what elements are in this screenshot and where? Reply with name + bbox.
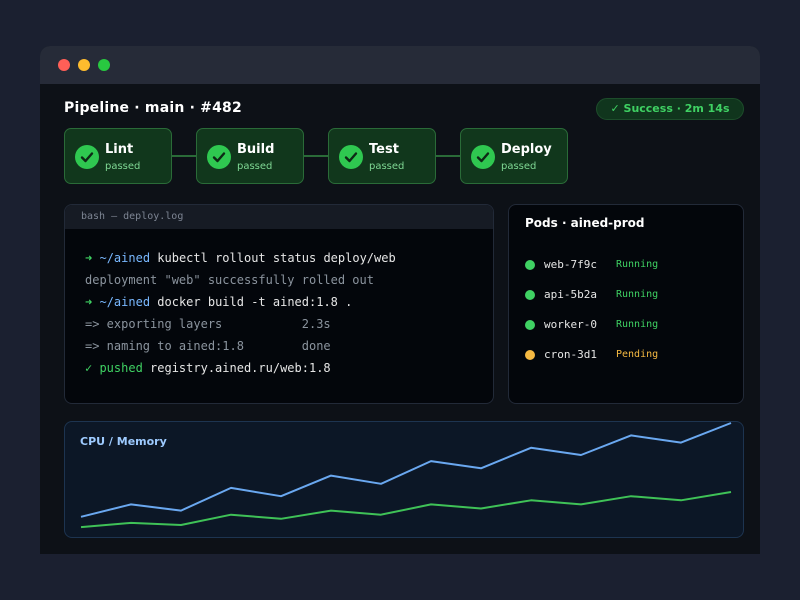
stage-connector — [304, 155, 328, 157]
stage-name: Build — [237, 142, 275, 157]
command-text: docker build -t ained:1.8 . — [157, 295, 353, 309]
status-dot-icon — [525, 290, 535, 300]
cpu-series-line — [80, 422, 732, 518]
pod-status: Running — [616, 259, 659, 270]
status-badge: ✓ Success · 2m 14s — [596, 98, 744, 120]
terminal-line: => exporting layers 2.3s — [85, 317, 331, 331]
terminal-output: ➜ ~/ained kubectl rollout status deploy/… — [65, 229, 493, 383]
status-dot-icon — [525, 260, 535, 270]
pod-row[interactable]: api-5b2a Running — [525, 287, 735, 303]
pipeline-window: Pipeline · main · #482 ✓ Success · 2m 14… — [40, 46, 760, 554]
prompt-arrow-icon: ➜ — [85, 251, 93, 265]
terminal-header: bash — deploy.log — [65, 205, 493, 229]
pod-row[interactable]: cron-3d1 Pending — [525, 347, 735, 363]
prompt-path: ~/ained — [99, 295, 151, 309]
terminal-line: deployment "web" successfully rolled out — [85, 273, 374, 287]
pod-name: worker-0 — [544, 318, 597, 331]
pod-status: Running — [616, 289, 659, 300]
maximize-window-button[interactable] — [98, 59, 110, 71]
stage-name: Lint — [105, 142, 134, 157]
status-dot-icon — [525, 320, 535, 330]
status-dot-icon — [525, 350, 535, 360]
title-bar — [40, 46, 760, 84]
stage-name: Test — [369, 142, 399, 157]
pod-row[interactable]: worker-0 Running — [525, 317, 735, 333]
stage-status: passed — [237, 161, 273, 172]
stage-status: passed — [369, 161, 405, 172]
terminal-line: ➜ ~/ained kubectl rollout status deploy/… — [85, 251, 493, 273]
stage-build[interactable]: Build passed — [196, 128, 304, 184]
stage-test[interactable]: Test passed — [328, 128, 436, 184]
minimize-window-button[interactable] — [78, 59, 90, 71]
command-text: kubectl rollout status deploy/web — [157, 251, 396, 265]
stage-deploy[interactable]: Deploy passed — [460, 128, 568, 184]
stage-status: passed — [105, 161, 141, 172]
cpu-memory-chart-panel: CPU / Memory — [64, 421, 744, 538]
pushed-label: ✓ pushed — [85, 361, 143, 375]
cpu-memory-chart — [80, 422, 732, 529]
terminal-line: ✓ pushed registry.ained.ru/web:1.8 — [85, 361, 493, 383]
terminal-panel[interactable]: bash — deploy.log ➜ ~/ained kubectl roll… — [64, 204, 494, 404]
prompt-path: ~/ained — [99, 251, 151, 265]
pods-title: Pods · ained-prod — [525, 216, 645, 230]
stage-lint[interactable]: Lint passed — [64, 128, 172, 184]
terminal-line: => naming to ained:1.8 done — [85, 339, 331, 353]
pod-status: Running — [616, 319, 659, 330]
pod-status: Pending — [616, 349, 659, 360]
pods-panel: Pods · ained-prod web-7f9c Running api-5… — [508, 204, 744, 404]
stage-status: passed — [501, 161, 537, 172]
check-icon — [471, 145, 495, 169]
stage-connector — [172, 155, 196, 157]
check-icon — [75, 145, 99, 169]
stage-connector — [436, 155, 460, 157]
pod-name: api-5b2a — [544, 288, 597, 301]
pod-row[interactable]: web-7f9c Running — [525, 257, 735, 273]
pod-name: cron-3d1 — [544, 348, 597, 361]
pod-name: web-7f9c — [544, 258, 597, 271]
close-window-button[interactable] — [58, 59, 70, 71]
stage-name: Deploy — [501, 142, 552, 157]
terminal-line: ➜ ~/ained docker build -t ained:1.8 . — [85, 295, 493, 317]
registry-path: registry.ained.ru/web:1.8 — [150, 361, 331, 375]
check-icon — [339, 145, 363, 169]
check-icon — [207, 145, 231, 169]
prompt-arrow-icon: ➜ — [85, 295, 93, 309]
page-title: Pipeline · main · #482 — [64, 100, 242, 116]
